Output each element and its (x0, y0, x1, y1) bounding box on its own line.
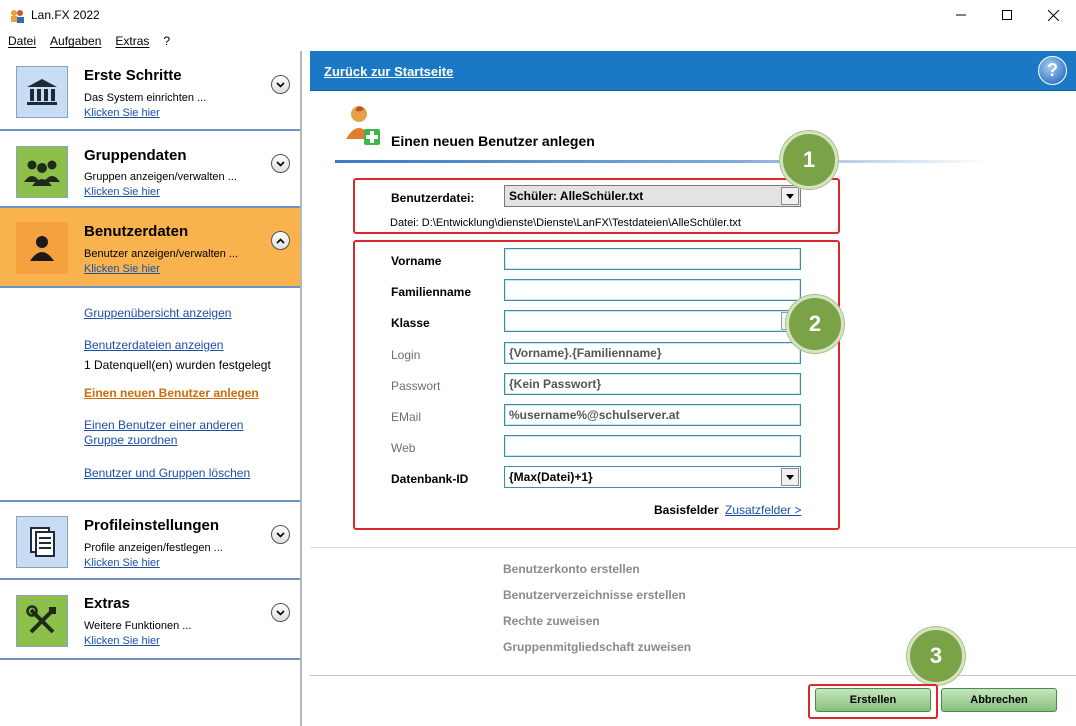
section-link[interactable]: Klicken Sie hier (84, 186, 160, 198)
maximize-button[interactable] (984, 0, 1030, 30)
menu-help[interactable]: ? (156, 32, 177, 50)
title-underline (335, 160, 990, 163)
email-label: EMail (391, 410, 422, 424)
login-label: Login (391, 348, 421, 362)
user-icon (16, 222, 68, 274)
dropdown-arrow-icon[interactable] (781, 468, 799, 486)
tools-icon (16, 595, 68, 647)
passwort-input[interactable]: {Kein Passwort} (504, 373, 801, 395)
chevron-down-icon[interactable] (271, 525, 290, 544)
section-title: Extras (84, 595, 130, 612)
main-header: Zurück zur Startseite ? (310, 51, 1076, 91)
link-benutzerdateien[interactable]: Benutzerdateien anzeigen (84, 338, 223, 353)
menu-extras[interactable]: Extras (108, 32, 156, 50)
zusatzfelder-link[interactable]: Zusatzfelder > (725, 503, 801, 517)
help-icon: ? (1047, 60, 1058, 80)
sidebar: Erste Schritte Das System einrichten ...… (0, 51, 302, 726)
sidebar-section-extras[interactable]: Extras Weitere Funktionen ... Klicken Si… (0, 580, 300, 660)
section-title: Benutzerdaten (84, 223, 189, 240)
divider (310, 547, 1076, 548)
vorname-input[interactable] (504, 248, 801, 270)
menu-aufgaben[interactable]: Aufgaben (43, 32, 108, 50)
link-benutzer-zuordnen[interactable]: Einen Benutzer einer anderen Gruppe zuor… (84, 418, 243, 448)
close-button[interactable] (1030, 0, 1076, 30)
step-benutzerkonto: Benutzerkonto erstellen (503, 562, 640, 576)
datenquellen-info: 1 Datenquell(en) wurden festgelegt (84, 358, 271, 372)
maximize-icon (1002, 10, 1012, 20)
title-bar: Lan.FX 2022 (0, 0, 1076, 32)
dropdown-arrow-icon[interactable] (781, 187, 799, 205)
step-gruppenmitgliedschaft: Gruppenmitgliedschaft zuweisen (503, 640, 692, 654)
link-gruppenuebersicht[interactable]: Gruppenübersicht anzeigen (84, 306, 231, 321)
sidebar-section-benutzerdaten[interactable]: Benutzerdaten Benutzer anzeigen/verwalte… (0, 208, 300, 288)
section-title: Erste Schritte (84, 67, 182, 84)
step-badge-3: 3 (907, 627, 965, 685)
app-icon (9, 8, 25, 24)
familienname-label: Familienname (391, 285, 472, 299)
section-link[interactable]: Klicken Sie hier (84, 635, 160, 647)
step-rechte: Rechte zuweisen (503, 614, 600, 628)
bank-icon (16, 66, 68, 118)
step-badge-1: 1 (780, 131, 838, 189)
create-button[interactable]: Erstellen (815, 688, 931, 712)
close-icon (1047, 9, 1059, 21)
menu-datei[interactable]: Datei (0, 32, 43, 50)
web-label: Web (391, 441, 416, 455)
benutzerdatei-label: Benutzerdatei: (391, 191, 475, 205)
section-desc: Weitere Funktionen ... (84, 620, 192, 632)
benutzerdatei-value: Schüler: AlleSchüler.txt (509, 189, 644, 203)
link-benutzer-zuordnen-line2: Gruppe zuordnen (84, 433, 178, 447)
link-loeschen[interactable]: Benutzer und Gruppen löschen (84, 466, 250, 481)
link-benutzer-zuordnen-line1: Einen Benutzer einer anderen (84, 418, 244, 432)
sidebar-section-profileinstellungen[interactable]: Profileinstellungen Profile anzeigen/fes… (0, 500, 300, 580)
datei-path: Datei: D:\Entwicklung\dienste\Dienste\La… (390, 217, 741, 229)
section-link[interactable]: Klicken Sie hier (84, 107, 160, 119)
section-link[interactable]: Klicken Sie hier (84, 263, 160, 275)
section-desc: Das System einrichten ... (84, 92, 207, 104)
datenbank-id-value: {Max(Datei)+1} (509, 470, 593, 484)
chevron-up-icon[interactable] (271, 231, 290, 250)
sidebar-section-gruppendaten[interactable]: Gruppendaten Gruppen anzeigen/verwalten … (0, 131, 300, 208)
back-to-start-link[interactable]: Zurück zur Startseite (324, 64, 453, 79)
section-desc: Benutzer anzeigen/verwalten ... (84, 248, 239, 260)
section-link[interactable]: Klicken Sie hier (84, 557, 160, 569)
step-badge-2: 2 (786, 295, 844, 353)
datenbank-id-label: Datenbank-ID (391, 472, 469, 486)
section-title: Gruppendaten (84, 147, 187, 164)
klasse-input[interactable] (504, 310, 801, 332)
document-icon (16, 516, 68, 568)
cancel-button[interactable]: Abbrechen (941, 688, 1057, 712)
chevron-down-icon[interactable] (271, 75, 290, 94)
passwort-label: Passwort (391, 379, 441, 393)
section-title: Profileinstellungen (84, 517, 220, 534)
menu-bar: Datei Aufgaben Extras ? (0, 32, 1076, 50)
vorname-label: Vorname (391, 254, 442, 268)
main-content: Zurück zur Startseite ? Einen neuen Benu… (310, 51, 1076, 726)
section-desc: Gruppen anzeigen/verwalten ... (84, 171, 237, 183)
benutzerdatei-select[interactable]: Schüler: AlleSchüler.txt (504, 185, 801, 207)
klasse-label: Klasse (391, 316, 430, 330)
basisfelder-label: Basisfelder (654, 503, 719, 517)
add-user-icon (344, 103, 382, 149)
help-button[interactable]: ? (1038, 56, 1067, 85)
section-desc: Profile anzeigen/festlegen ... (84, 542, 223, 554)
group-icon (16, 146, 68, 198)
step-verzeichnisse: Benutzerverzeichnisse erstellen (503, 588, 686, 602)
link-neuer-benutzer[interactable]: Einen neuen Benutzer anlegen (84, 386, 259, 401)
email-input[interactable]: %username%@schulserver.at (504, 404, 801, 426)
window-title: Lan.FX 2022 (31, 8, 100, 22)
familienname-input[interactable] (504, 279, 801, 301)
divider (310, 675, 1076, 676)
datenbank-id-select[interactable]: {Max(Datei)+1} (504, 466, 801, 488)
login-input[interactable]: {Vorname}.{Familienname} (504, 342, 801, 364)
sidebar-section-erste-schritte[interactable]: Erste Schritte Das System einrichten ...… (0, 51, 300, 131)
page-title: Einen neuen Benutzer anlegen (391, 133, 595, 149)
minimize-button[interactable] (938, 0, 984, 30)
chevron-down-icon[interactable] (271, 603, 290, 622)
chevron-down-icon[interactable] (271, 154, 290, 173)
minimize-icon (956, 14, 966, 16)
web-input[interactable] (504, 435, 801, 457)
